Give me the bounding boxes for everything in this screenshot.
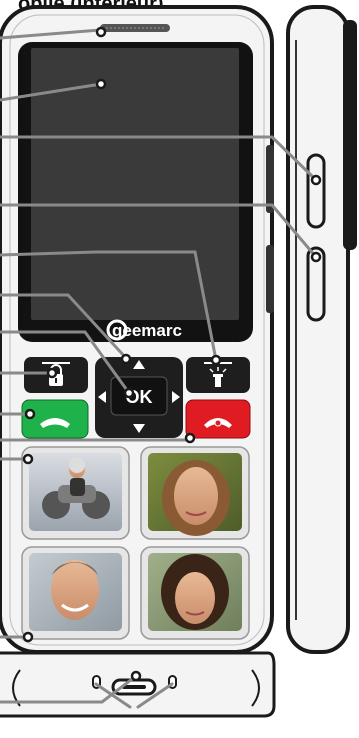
brand-text: geemarc (112, 321, 182, 340)
photo-key-4[interactable] (140, 546, 250, 640)
end-call-key[interactable] (185, 399, 251, 439)
photo-key-1[interactable] (21, 446, 130, 540)
photo-key-2[interactable] (140, 446, 250, 540)
brand-logo: geemarc (106, 319, 182, 341)
phone-diagram: geemarc OK (0, 5, 357, 718)
nav-pad[interactable]: OK (95, 357, 183, 438)
call-key[interactable] (21, 399, 89, 439)
screen (18, 42, 253, 342)
side-button-upper[interactable] (306, 153, 326, 229)
phone-side (286, 5, 357, 654)
photo-key-3[interactable] (21, 546, 130, 640)
earpiece-grille-icon (100, 24, 170, 32)
